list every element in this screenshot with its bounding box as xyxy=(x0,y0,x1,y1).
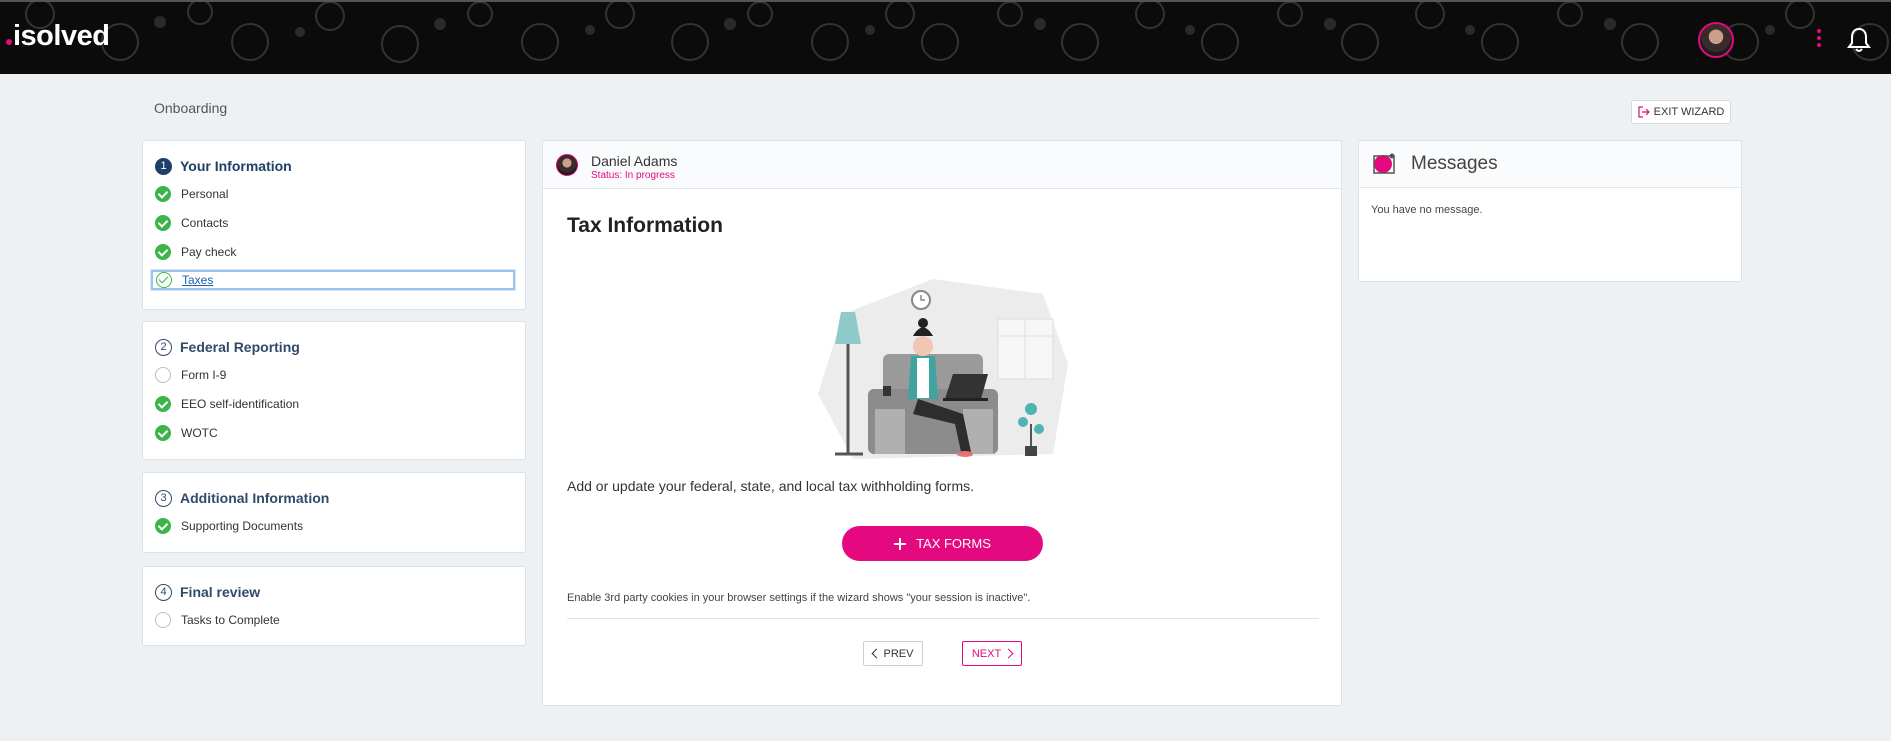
check-outline-icon xyxy=(156,272,172,288)
messages-panel: Messages You have no message. xyxy=(1358,140,1742,282)
next-button[interactable]: NEXT xyxy=(962,641,1022,666)
empty-circle-icon xyxy=(155,366,171,383)
message-icon xyxy=(1373,153,1395,174)
isolved-logo[interactable]: isolved xyxy=(6,20,110,53)
step-card-additional-information: 3 Additional Information Supporting Docu… xyxy=(142,472,526,553)
check-circle-icon xyxy=(155,424,171,441)
step-number-badge: 1 xyxy=(155,157,172,175)
step-header[interactable]: 3 Additional Information xyxy=(143,485,525,511)
plus-icon xyxy=(894,537,907,550)
tax-forms-label: TAX FORMS xyxy=(916,536,991,551)
next-label: NEXT xyxy=(971,647,1002,660)
logo-dot-icon xyxy=(6,38,12,45)
woman-on-laptop-illustration xyxy=(818,279,1068,459)
step-item-pay-check[interactable]: Pay check xyxy=(143,237,525,266)
step-title: Final review xyxy=(180,584,261,600)
tax-information-panel: Daniel Adams Status: In progress Tax Inf… xyxy=(542,140,1342,706)
step-title: Your Information xyxy=(180,158,292,174)
exit-wizard-button[interactable]: EXIT WIZARD xyxy=(1631,100,1731,124)
step-title: Federal Reporting xyxy=(180,339,300,355)
logo-text: isolved xyxy=(13,20,110,52)
check-circle-icon xyxy=(155,517,171,534)
top-header: isolved xyxy=(0,0,1891,74)
step-number-badge: 4 xyxy=(155,583,172,601)
exit-wizard-label: EXIT WIZARD xyxy=(1653,106,1725,118)
step-header[interactable]: 2 Federal Reporting xyxy=(143,334,525,360)
step-item-taxes[interactable]: Taxes xyxy=(151,270,515,290)
divider xyxy=(567,618,1319,619)
employee-header: Daniel Adams Status: In progress xyxy=(543,141,1341,189)
step-item-label: Tasks to Complete xyxy=(181,612,280,627)
check-circle-icon xyxy=(155,243,171,260)
step-item-contacts[interactable]: Contacts xyxy=(143,208,525,237)
step-item-label: EEO self-identification xyxy=(181,396,300,411)
tax-description: Add or update your federal, state, and l… xyxy=(567,478,975,494)
step-item-eeo[interactable]: EEO self-identification xyxy=(143,389,525,418)
step-header[interactable]: 1 Your Information xyxy=(143,153,525,179)
step-card-federal-reporting: 2 Federal Reporting Form I-9 EEO self-id… xyxy=(142,321,526,460)
notifications-bell-icon[interactable] xyxy=(1846,26,1872,54)
employee-avatar xyxy=(556,154,578,176)
step-item-tasks-to-complete[interactable]: Tasks to Complete xyxy=(143,605,525,634)
step-item-personal[interactable]: Personal xyxy=(143,179,525,208)
chevron-left-icon xyxy=(871,648,881,659)
step-number-badge: 3 xyxy=(155,489,172,507)
messages-header: Messages xyxy=(1359,141,1741,188)
more-options-icon[interactable] xyxy=(1816,29,1822,51)
section-title: Tax Information xyxy=(567,214,723,237)
step-number-badge: 2 xyxy=(155,338,172,356)
step-card-your-information: 1 Your Information Personal Contacts Pay… xyxy=(142,140,526,310)
step-card-final-review: 4 Final review Tasks to Complete xyxy=(142,566,526,646)
user-avatar[interactable] xyxy=(1698,22,1734,58)
step-item-label: Pay check xyxy=(181,244,237,259)
step-item-label: Taxes xyxy=(182,273,214,287)
check-circle-icon xyxy=(155,214,171,231)
step-item-label: Form I-9 xyxy=(181,367,227,382)
page-title: Onboarding xyxy=(154,100,228,116)
exit-icon xyxy=(1638,106,1650,118)
check-circle-icon xyxy=(155,185,171,202)
step-title: Additional Information xyxy=(180,490,330,506)
step-item-supporting-documents[interactable]: Supporting Documents xyxy=(143,511,525,540)
messages-title: Messages xyxy=(1411,153,1498,174)
step-item-form-i9[interactable]: Form I-9 xyxy=(143,360,525,389)
step-item-wotc[interactable]: WOTC xyxy=(143,418,525,447)
step-item-label: Supporting Documents xyxy=(181,518,304,533)
check-circle-icon xyxy=(155,395,171,412)
employee-name: Daniel Adams xyxy=(591,153,678,169)
empty-circle-icon xyxy=(155,611,171,628)
header-pattern xyxy=(25,2,1889,63)
tax-forms-button[interactable]: TAX FORMS xyxy=(842,526,1043,561)
step-item-label: Contacts xyxy=(181,215,229,230)
step-item-label: Personal xyxy=(181,186,229,201)
prev-button[interactable]: PREV xyxy=(863,641,923,666)
employee-status: Status: In progress xyxy=(591,170,675,181)
step-header[interactable]: 4 Final review xyxy=(143,579,525,605)
prev-label: PREV xyxy=(883,647,914,660)
step-item-label: WOTC xyxy=(181,425,218,440)
cookie-note: Enable 3rd party cookies in your browser… xyxy=(567,592,1031,604)
chevron-right-icon xyxy=(1003,648,1014,659)
messages-empty-text: You have no message. xyxy=(1371,204,1483,216)
